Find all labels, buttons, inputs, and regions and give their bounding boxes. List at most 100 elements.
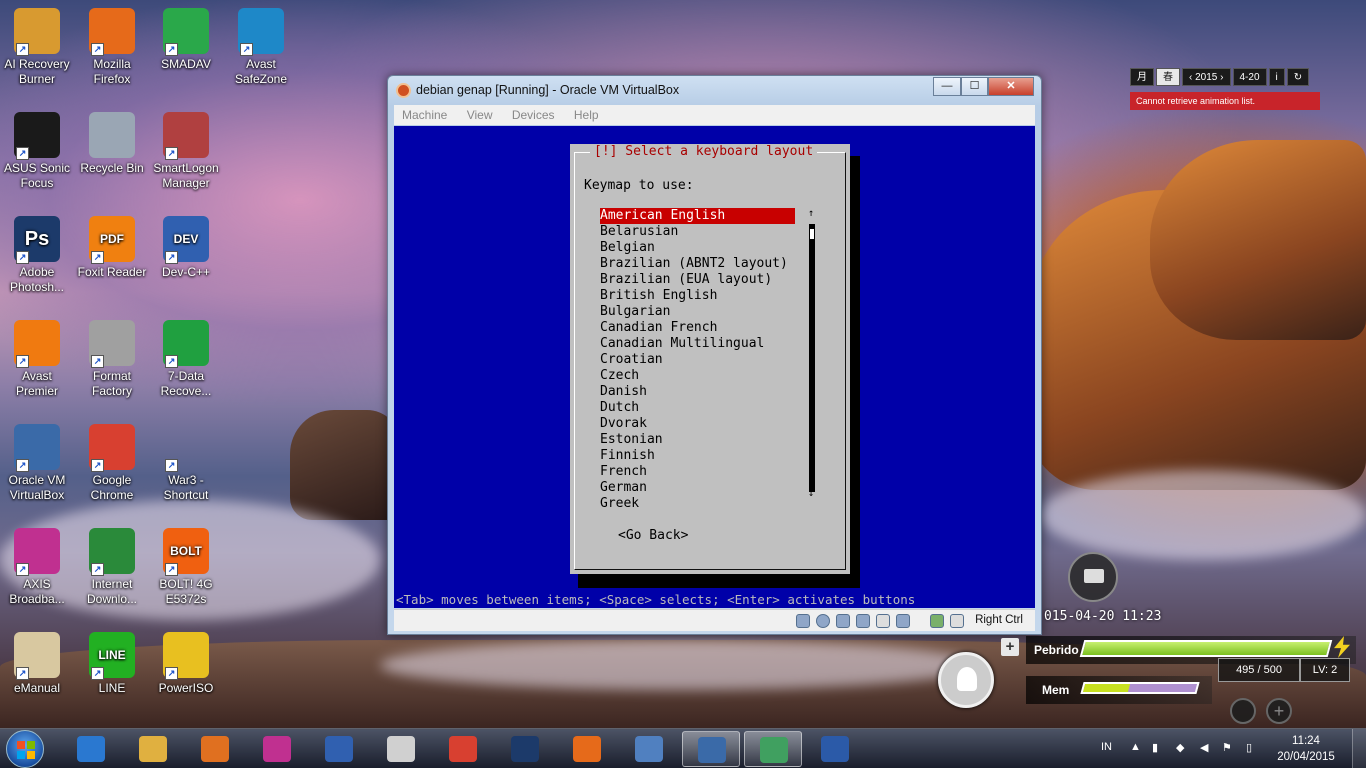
keymap-option[interactable]: Dvorak xyxy=(600,416,795,432)
desktop-icon[interactable]: ↗ Internet Downlo... xyxy=(75,528,149,607)
chat-bubble-icon[interactable] xyxy=(1068,552,1118,602)
prev-year-icon[interactable]: ‹ xyxy=(1189,72,1192,83)
menu-devices[interactable]: Devices xyxy=(504,105,563,125)
menu-view[interactable]: View xyxy=(459,105,501,125)
taskbar-windows-explorer-button[interactable] xyxy=(124,731,182,767)
desktop-icon[interactable]: ↗ eManual xyxy=(0,632,74,696)
taskbar-virtualbox-vm-button[interactable] xyxy=(744,731,802,767)
avatar[interactable] xyxy=(938,652,994,708)
keymap-option[interactable]: Belgian xyxy=(600,240,795,256)
usb-icon[interactable] xyxy=(836,614,850,628)
desktop-icon[interactable]: ↗ AXIS Broadba... xyxy=(0,528,74,607)
calendar-month-label[interactable]: 月 xyxy=(1130,68,1154,86)
widget-plus-button[interactable]: + xyxy=(1266,698,1292,724)
power-icon[interactable]: ▯ xyxy=(1246,741,1252,754)
keymap-option[interactable]: Danish xyxy=(600,384,795,400)
network-icon[interactable] xyxy=(856,614,870,628)
keymap-scrollbar[interactable]: ↑ ↓ xyxy=(808,208,815,502)
vm-screen[interactable]: [!] Select a keyboard layout Keymap to u… xyxy=(394,126,1035,608)
taskbar-photoshop-button[interactable] xyxy=(496,731,554,767)
keymap-option[interactable]: Canadian Multilingual xyxy=(600,336,795,352)
taskbar-chrome-button[interactable] xyxy=(434,731,492,767)
mouse-integration-icon[interactable] xyxy=(930,614,944,628)
desktop-icon[interactable]: ↗ SMADAV xyxy=(149,8,223,72)
keymap-option[interactable]: German xyxy=(600,480,795,496)
keymap-option[interactable]: Bulgarian xyxy=(600,304,795,320)
keymap-option[interactable]: French xyxy=(600,464,795,480)
desktop-icon[interactable]: ↗ AI Recovery Burner xyxy=(0,8,74,87)
desktop-icon[interactable]: ↗ Avast Premier xyxy=(0,320,74,399)
desktop-icon[interactable]: ↗ Google Chrome xyxy=(75,424,149,503)
refresh-icon[interactable]: ↻ xyxy=(1286,68,1310,86)
menu-machine[interactable]: Machine xyxy=(394,105,455,125)
keymap-option[interactable]: Dutch xyxy=(600,400,795,416)
keymap-option[interactable]: Estonian xyxy=(600,432,795,448)
close-button[interactable]: ✕ xyxy=(988,77,1034,96)
taskbar-word-button[interactable] xyxy=(806,731,864,767)
desktop-icon[interactable]: ↗ Avast SafeZone xyxy=(224,8,298,87)
menu-help[interactable]: Help xyxy=(566,105,607,125)
scrollbar-thumb[interactable] xyxy=(809,228,815,240)
desktop-icon[interactable]: Ps ↗ Adobe Photosh... xyxy=(0,216,74,295)
widget-circle-button[interactable] xyxy=(1230,698,1256,724)
desktop-icon[interactable]: ↗ Format Factory xyxy=(75,320,149,399)
show-hidden-icons[interactable]: ▲ xyxy=(1130,741,1141,753)
video-capture-icon[interactable] xyxy=(896,614,910,628)
maximize-button[interactable]: ☐ xyxy=(961,77,988,96)
keyboard-capture-icon[interactable] xyxy=(950,614,964,628)
hard-disk-icon[interactable] xyxy=(796,614,810,628)
shared-folders-icon[interactable] xyxy=(876,614,890,628)
keymap-option[interactable]: Belarusian xyxy=(600,224,795,240)
next-year-icon[interactable]: › xyxy=(1220,72,1223,83)
desktop-icon[interactable]: PDF ↗ Foxit Reader xyxy=(75,216,149,280)
info-icon[interactable]: i xyxy=(1268,68,1285,86)
desktop-icon[interactable]: ↗ PowerISO xyxy=(149,632,223,696)
desktop-icon[interactable]: DEV ↗ Dev-C++ xyxy=(149,216,223,280)
desktop-icon[interactable]: ↗ Oracle VM VirtualBox xyxy=(0,424,74,503)
virtualbox-window[interactable]: debian genap [Running] - Oracle VM Virtu… xyxy=(387,75,1042,635)
scroll-down-arrow-icon[interactable]: ↓ xyxy=(808,488,814,499)
scroll-up-arrow-icon[interactable]: ↑ xyxy=(808,208,814,219)
keymap-option[interactable]: Finnish xyxy=(600,448,795,464)
taskbar-media-player-321-button[interactable] xyxy=(372,731,430,767)
minimize-button[interactable]: — xyxy=(933,77,961,96)
volume-icon[interactable]: ◀ xyxy=(1200,741,1208,754)
desktop-icon[interactable]: Recycle Bin xyxy=(75,112,149,176)
taskbar-dev-cpp-button[interactable] xyxy=(310,731,368,767)
desktop-icon[interactable]: ↗ War3 - Shortcut xyxy=(149,424,223,503)
keymap-option[interactable]: Brazilian (EUA layout) xyxy=(600,272,795,288)
desktop-icon[interactable]: ↗ ASUS Sonic Focus xyxy=(0,112,74,191)
action-center-icon[interactable]: ⚑ xyxy=(1222,741,1232,754)
keymap-option[interactable]: Croatian xyxy=(600,352,795,368)
desktop-icon[interactable]: ↗ SmartLogon Manager xyxy=(149,112,223,191)
keymap-option[interactable]: Czech xyxy=(600,368,795,384)
network-tray-icon[interactable]: ◆ xyxy=(1176,741,1184,754)
desktop-icon[interactable]: LINE ↗ LINE xyxy=(75,632,149,696)
go-back-button[interactable]: <Go Back> xyxy=(618,528,688,543)
add-widget-button[interactable]: + xyxy=(1001,638,1019,656)
taskbar-media-player-button[interactable] xyxy=(186,731,244,767)
start-button[interactable] xyxy=(6,730,44,768)
keymap-list[interactable]: American English Belarusian Belgian Brazili… xyxy=(600,208,795,512)
keymap-option[interactable]: Brazilian (ABNT2 layout) xyxy=(600,256,795,272)
show-desktop-button[interactable] xyxy=(1352,729,1366,768)
scrollbar-track[interactable] xyxy=(809,224,815,492)
taskbar-remote-desktop-button[interactable] xyxy=(620,731,678,767)
keymap-option[interactable]: British English xyxy=(600,288,795,304)
optical-drive-icon[interactable] xyxy=(816,614,830,628)
calendar-year[interactable]: ‹ 2015 › xyxy=(1182,68,1231,86)
taskbar-clock[interactable]: 11:24 20/04/2015 xyxy=(1272,733,1340,765)
taskbar-internet-explorer-button[interactable] xyxy=(62,731,120,767)
desktop-icon[interactable]: ↗ 7-Data Recove... xyxy=(149,320,223,399)
tray-device-icon[interactable]: ▮ xyxy=(1152,741,1158,754)
keymap-option[interactable]: Greek xyxy=(600,496,795,512)
taskbar-virtualbox-button[interactable] xyxy=(682,731,740,767)
calendar-season-label[interactable]: 春 xyxy=(1156,68,1180,86)
language-indicator[interactable]: IN xyxy=(1101,741,1112,753)
taskbar-firefox-button[interactable] xyxy=(558,731,616,767)
taskbar-axis-app-button[interactable] xyxy=(248,731,306,767)
desktop-icon[interactable]: BOLT ↗ BOLT! 4G E5372s xyxy=(149,528,223,607)
desktop-icon[interactable]: ↗ Mozilla Firefox xyxy=(75,8,149,87)
keymap-option[interactable]: American English xyxy=(600,208,795,224)
keymap-option[interactable]: Canadian French xyxy=(600,320,795,336)
